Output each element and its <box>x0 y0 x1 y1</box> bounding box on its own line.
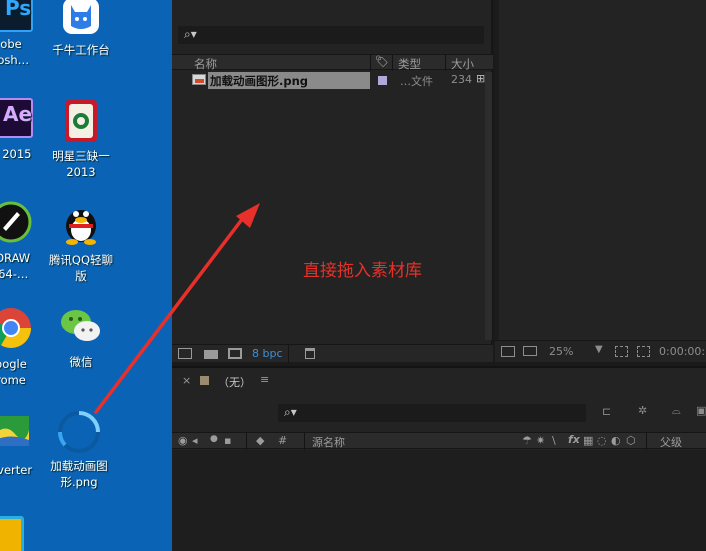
timeline-panel: × （无） ≡ ⌕▾ ⊏ ✲ ⌓ ▣ ◉ ◂ ● ▪ ◆ # 源名称 ☂ ✷ \… <box>172 366 706 551</box>
mahjong-icon <box>59 98 103 146</box>
project-column-header: 名称 🏷 类型 大小 <box>172 54 493 72</box>
timeline-search-input[interactable]: ⌕▾ <box>278 404 586 422</box>
shy-layers-icon[interactable]: ⌓ <box>672 404 681 418</box>
lock-icon[interactable]: ▪ <box>224 434 231 447</box>
viewer-footer: 25% ▼ 0:00:00: <box>495 340 706 362</box>
windows-desktop: Ps obe tosh… 千牛工作台 Ae C 2015 <box>0 0 172 551</box>
3d-layer-switch-icon[interactable]: ⬡ <box>626 434 636 447</box>
project-item-row[interactable]: 加载动画图形.png …文件 234 ⊞ <box>174 72 493 89</box>
composition-viewer: 25% ▼ 0:00:00: <box>495 0 706 362</box>
item-name: 加载动画图形.png <box>210 74 309 88</box>
project-panel: ⌕▾ 名称 🏷 类型 大小 加载动画图形.png …文件 234 ⊞ 8 bpc <box>172 0 493 363</box>
panel-menu-icon[interactable]: ≡ <box>260 373 269 386</box>
quality-switch-icon[interactable]: \ <box>552 434 556 447</box>
viewer-scroll-area <box>495 0 499 340</box>
trash-icon[interactable] <box>305 348 315 359</box>
partial-desktop-icon[interactable] <box>0 516 24 551</box>
desktop-icon-label: oogle rome <box>0 357 27 387</box>
desktop-icon-photoshop[interactable]: Ps obe tosh… <box>0 0 44 68</box>
label-tag-icon[interactable]: 🏷 <box>375 55 389 68</box>
monitor-icon[interactable] <box>523 346 537 356</box>
new-folder-icon[interactable] <box>204 350 218 359</box>
snapshot-icon[interactable] <box>501 346 515 357</box>
desktop-icon-label: obe tosh… <box>0 37 30 67</box>
project-scrollbar[interactable] <box>485 72 492 340</box>
desktop-icon-wechat[interactable]: 微信 <box>48 304 114 370</box>
adjustment-layer-switch-icon[interactable]: ◐ <box>611 434 621 447</box>
shy-switch-icon[interactable]: ☂ <box>522 434 532 447</box>
collapse-switch-icon[interactable]: ✷ <box>536 434 545 447</box>
desktop-icon-label: 微信 <box>69 355 93 369</box>
photoshop-glyph: Ps <box>5 0 32 20</box>
item-size: 234 <box>451 73 472 86</box>
zoom-level[interactable]: 25% <box>549 345 573 358</box>
photoshop-icon: Ps <box>0 0 33 32</box>
after-effects-glyph: Ae <box>3 102 33 126</box>
wechat-icon <box>57 304 105 348</box>
desktop-icon-coreldraw[interactable]: IDRAW (64-… <box>0 200 44 282</box>
draft-3d-icon[interactable]: ✲ <box>638 404 647 417</box>
png-file-icon <box>192 74 206 85</box>
item-type: …文件 <box>400 75 433 88</box>
chevron-down-icon[interactable]: ▼ <box>595 344 603 355</box>
effects-switch[interactable]: fx <box>568 433 580 446</box>
desktop-icon-after-effects[interactable]: Ae C 2015 <box>0 98 44 162</box>
search-icon: ⌕▾ <box>284 405 297 419</box>
loading-image-file-icon <box>55 408 103 456</box>
annotation-text: 直接拖入素材库 <box>303 261 422 281</box>
desktop-icon-label: 千牛工作台 <box>52 43 110 57</box>
solo-icon[interactable]: ● <box>210 434 218 444</box>
timeline-column-header: ◉ ◂ ● ▪ ◆ # 源名称 ☂ ✷ \ fx ▦ ◌ ◐ ⬡ 父级 <box>172 432 706 450</box>
column-size[interactable]: 大小 <box>451 56 474 72</box>
bpc-toggle[interactable]: 8 bpc <box>252 347 283 360</box>
motion-blur-switch-icon[interactable]: ◌ <box>597 434 607 447</box>
bpc-divider <box>288 345 289 363</box>
coreldraw-icon <box>0 200 33 244</box>
desktop-icon-label: IDRAW (64-… <box>0 251 31 281</box>
converter-icon <box>0 412 33 452</box>
desktop-icon-label: C 2015 <box>2 147 32 161</box>
after-effects-icon: Ae <box>0 98 33 138</box>
desktop-icon-label: nverter <box>0 463 33 477</box>
new-composition-icon[interactable] <box>228 348 242 359</box>
desktop-icon-loading-image-file[interactable]: 加载动画图 形.png <box>46 408 112 490</box>
qq-icon <box>59 198 103 246</box>
desktop-icon-label: 腾讯QQ轻聊 版 <box>48 253 114 283</box>
flowchart-icon[interactable]: ⊞ <box>476 72 485 85</box>
column-name[interactable]: 名称 <box>194 56 217 72</box>
chrome-icon <box>0 306 33 350</box>
desktop-icon-qq[interactable]: 腾讯QQ轻聊 版 <box>48 198 114 284</box>
desktop-icon-label: 明星三缺一 2013 <box>52 149 110 179</box>
interpret-footage-icon[interactable] <box>178 348 192 359</box>
region-of-interest-icon[interactable] <box>637 346 650 357</box>
desktop-icon-label: 加载动画图 形.png <box>50 459 108 489</box>
column-type[interactable]: 类型 <box>398 56 421 72</box>
comp-color-swatch <box>200 376 209 385</box>
project-search-input[interactable]: ⌕▾ <box>178 26 484 44</box>
desktop-icon-converter[interactable]: nverter <box>0 412 44 478</box>
frame-blend-switch-icon[interactable]: ▦ <box>583 434 593 447</box>
visibility-eye-icon[interactable]: ◉ <box>178 434 188 447</box>
desktop-icon-qianniu[interactable]: 千牛工作台 <box>48 0 114 58</box>
desktop-icon-chrome[interactable]: oogle rome <box>0 306 44 388</box>
column-source-name[interactable]: 源名称 <box>312 434 345 450</box>
comp-name: （无） <box>218 376 251 389</box>
comp-flowchart-icon[interactable]: ⊏ <box>602 405 611 418</box>
desktop-icon-mahjong[interactable]: 明星三缺一 2013 <box>48 98 114 180</box>
timeline-layer-area[interactable] <box>172 450 706 551</box>
label-tag-icon[interactable]: ◆ <box>256 434 264 447</box>
frame-blending-icon[interactable]: ▣ <box>696 404 706 417</box>
timecode[interactable]: 0:00:00: <box>659 345 705 358</box>
column-number[interactable]: # <box>278 434 287 447</box>
project-footer: 8 bpc <box>172 344 493 363</box>
label-color-swatch <box>378 76 387 85</box>
qianniu-icon <box>61 0 101 36</box>
column-parent[interactable]: 父级 <box>660 434 682 450</box>
fit-frame-icon[interactable] <box>615 346 628 357</box>
search-icon: ⌕▾ <box>184 27 197 41</box>
audio-icon[interactable]: ◂ <box>192 434 198 447</box>
close-icon[interactable]: × <box>182 374 191 387</box>
